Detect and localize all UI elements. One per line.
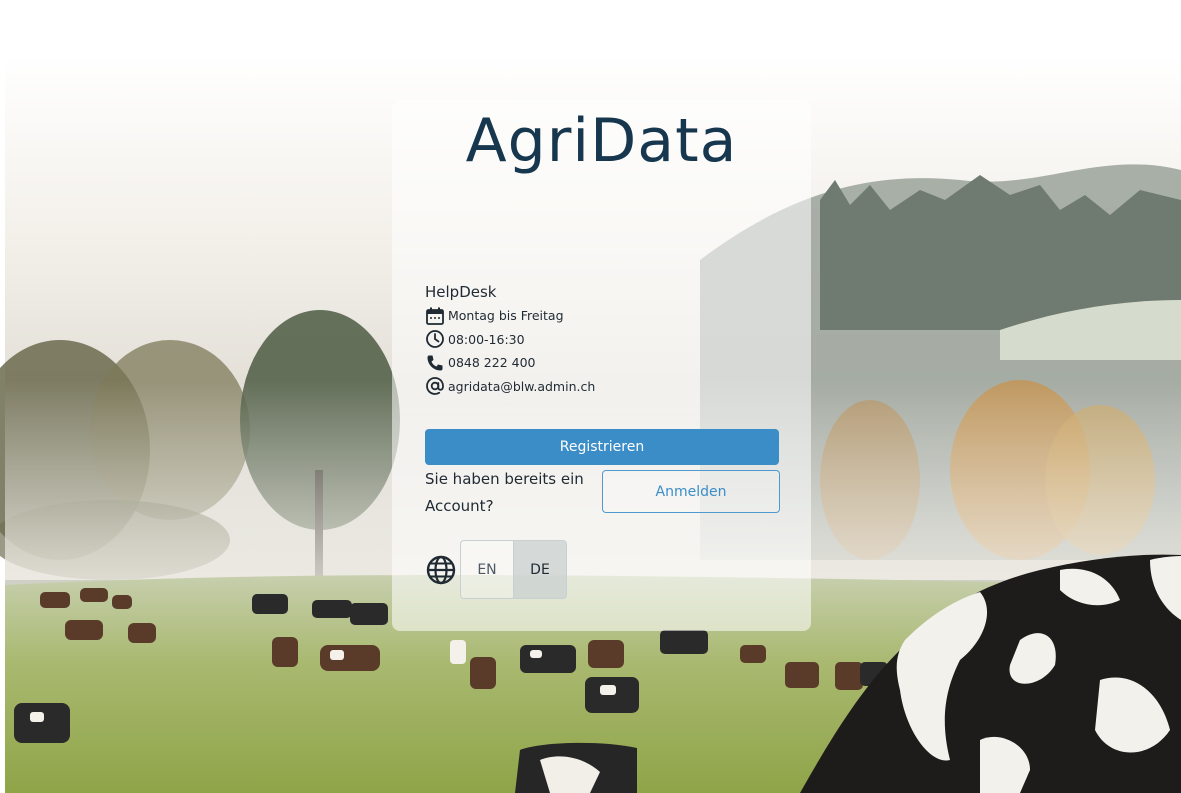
helpdesk-phone: 0848 222 400 <box>448 355 536 371</box>
calendar-icon <box>426 307 444 325</box>
globe-icon <box>426 555 456 584</box>
helpdesk-email-row: agridata@blw.admin.ch <box>425 375 595 399</box>
helpdesk-days-row: Montag bis Freitag <box>425 304 595 328</box>
language-option-de[interactable]: DE <box>513 541 566 598</box>
login-button[interactable]: Anmelden <box>602 470 780 513</box>
register-button[interactable]: Registrieren <box>425 429 779 465</box>
language-option-en[interactable]: EN <box>461 541 513 598</box>
app-title: AgriData <box>465 106 738 176</box>
helpdesk-email[interactable]: agridata@blw.admin.ch <box>448 379 595 394</box>
helpdesk-hours: 08:00-16:30 <box>448 331 525 347</box>
helpdesk-info: HelpDesk Montag bis Freitag 08:00-16:30 … <box>425 283 595 398</box>
helpdesk-hours-row: 08:00-16:30 <box>425 328 595 352</box>
at-icon <box>426 377 444 396</box>
clock-icon <box>426 330 444 349</box>
helpdesk-title: HelpDesk <box>425 283 497 301</box>
language-options: EN DE <box>460 540 567 599</box>
helpdesk-phone-row: 0848 222 400 <box>425 351 595 375</box>
helpdesk-days: Montag bis Freitag <box>448 308 564 324</box>
language-switcher: EN DE <box>425 540 567 599</box>
account-question: Sie haben bereits ein Account? <box>425 470 584 515</box>
phone-icon <box>427 355 443 371</box>
